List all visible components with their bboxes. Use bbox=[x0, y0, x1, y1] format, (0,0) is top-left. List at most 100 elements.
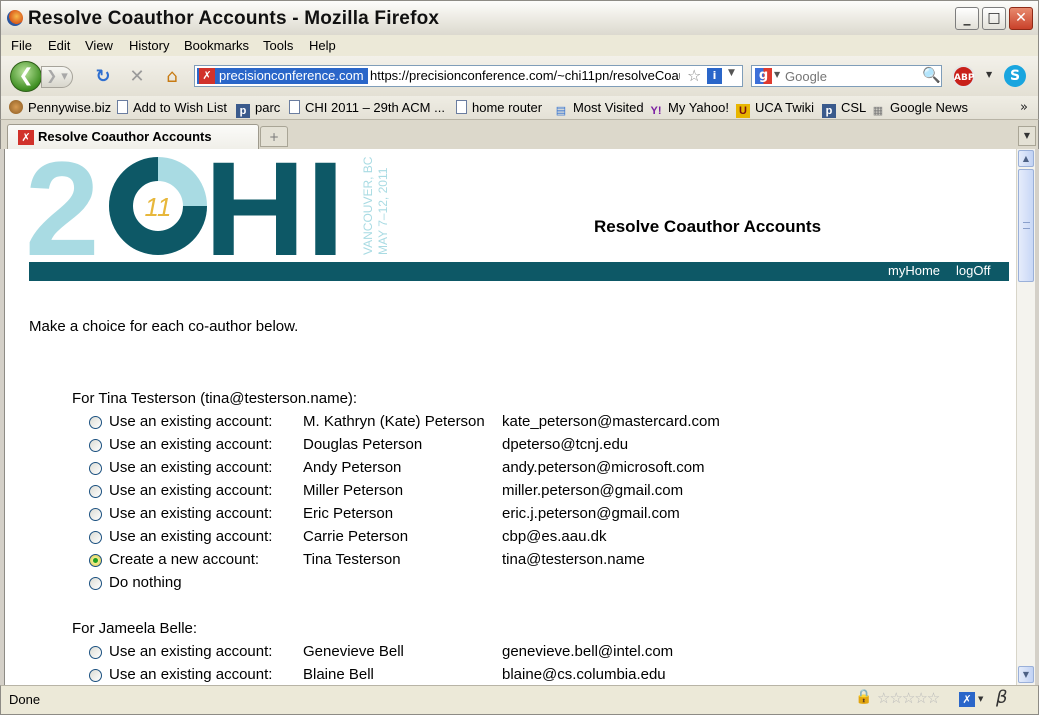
option-name: Eric Peterson bbox=[303, 505, 394, 522]
option-name: Genevieve Bell bbox=[303, 643, 404, 660]
home-icon[interactable]: ⌂ bbox=[161, 66, 183, 88]
search-icon[interactable]: 🔍 bbox=[922, 66, 941, 84]
site-favicon-icon: ✗ bbox=[199, 68, 215, 84]
site-identity-button[interactable]: ✗ precisionconference.com bbox=[197, 68, 368, 84]
adblock-dropdown-icon[interactable]: ▼ bbox=[986, 70, 992, 79]
my-home-link[interactable]: myHome bbox=[888, 263, 940, 278]
option-action: Use an existing account: bbox=[109, 643, 273, 660]
account-option-row[interactable]: Use an existing account: Blaine Bell bla… bbox=[89, 666, 989, 685]
tab-label: Resolve Coauthor Accounts bbox=[38, 129, 212, 144]
bookmark-label: Add to Wish List bbox=[133, 100, 227, 115]
lock-icon[interactable]: 🔒 bbox=[855, 689, 872, 705]
page-icon bbox=[289, 100, 300, 114]
scrollbar-thumb[interactable] bbox=[1018, 169, 1034, 282]
vertical-scrollbar[interactable]: ▲ ▼ bbox=[1016, 149, 1035, 685]
menu-help[interactable]: Help bbox=[309, 38, 336, 53]
window-titlebar: Resolve Coauthor Accounts - Mozilla Fire… bbox=[0, 0, 1039, 35]
option-email: miller.peterson@gmail.com bbox=[502, 482, 684, 499]
menu-tools[interactable]: Tools bbox=[263, 38, 293, 53]
do-nothing-radio[interactable] bbox=[89, 577, 102, 590]
account-option-row[interactable]: Use an existing account: Douglas Peterso… bbox=[89, 436, 989, 456]
bookmark-pennywise[interactable]: Pennywise.biz bbox=[9, 99, 111, 117]
url-text[interactable]: https://precisionconference.com/~chi11pn… bbox=[370, 68, 680, 84]
site-identity-label: precisionconference.com bbox=[219, 68, 364, 83]
address-bar[interactable]: ✗ precisionconference.com https://precis… bbox=[194, 65, 743, 87]
bookmark-most-visited[interactable]: ▤ Most Visited bbox=[554, 99, 644, 117]
tab-resolve-coauthor-accounts[interactable]: ✗ Resolve Coauthor Accounts bbox=[7, 124, 259, 149]
create-account-radio[interactable] bbox=[89, 554, 102, 567]
search-bar[interactable]: g ▼ 🔍 bbox=[751, 65, 942, 87]
menu-bookmarks[interactable]: Bookmarks bbox=[184, 38, 249, 53]
close-window-button[interactable]: ✕ bbox=[1009, 7, 1033, 30]
tab-favicon-icon: ✗ bbox=[18, 130, 34, 145]
account-option-row[interactable]: Use an existing account: M. Kathryn (Kat… bbox=[89, 413, 989, 433]
bookmarks-overflow-chevron-icon[interactable]: » bbox=[1020, 100, 1028, 115]
stop-icon[interactable]: ✕ bbox=[126, 66, 148, 88]
search-engine-dropdown-icon[interactable]: ▼ bbox=[774, 70, 780, 79]
scroll-down-icon[interactable]: ▼ bbox=[1018, 666, 1034, 683]
forward-button[interactable]: ❯ ▾ bbox=[41, 66, 73, 88]
account-radio[interactable] bbox=[89, 508, 102, 521]
option-action: Use an existing account: bbox=[109, 459, 273, 476]
bookmark-star-icon[interactable]: ☆ bbox=[687, 66, 701, 85]
window-title: Resolve Coauthor Accounts - Mozilla Fire… bbox=[28, 8, 440, 29]
account-option-row[interactable]: Use an existing account: Carrie Peterson… bbox=[89, 528, 989, 548]
bookmark-parc[interactable]: p parc bbox=[236, 99, 280, 118]
tab-list-dropdown-icon[interactable]: ▼ bbox=[1018, 126, 1036, 146]
account-option-row[interactable]: Use an existing account: Eric Peterson e… bbox=[89, 505, 989, 525]
adblock-plus-icon[interactable]: ABP bbox=[952, 65, 975, 88]
account-radio[interactable] bbox=[89, 439, 102, 452]
option-name: Blaine Bell bbox=[303, 666, 374, 683]
do-nothing-option-row[interactable]: Do nothing bbox=[89, 574, 989, 594]
bookmark-add-to-wish-list[interactable]: Add to Wish List bbox=[117, 99, 227, 117]
resize-grip-icon[interactable]: β bbox=[996, 687, 1008, 708]
option-action: Create a new account: bbox=[109, 551, 260, 568]
page-content: 2 11 HI VANCOUVER, BC MAY 7–12, 2011 Res… bbox=[4, 149, 1016, 685]
logo-year: 11 bbox=[145, 192, 172, 222]
xmarks-icon[interactable]: ✗ bbox=[959, 692, 975, 707]
uca-icon: U bbox=[736, 104, 750, 118]
account-radio[interactable] bbox=[89, 485, 102, 498]
option-email: dpeterso@tcnj.edu bbox=[502, 436, 629, 453]
create-account-option-row[interactable]: Create a new account: Tina Testerson tin… bbox=[89, 551, 989, 571]
bookmark-uca-twiki[interactable]: U UCA Twiki bbox=[736, 99, 814, 118]
search-input[interactable] bbox=[785, 67, 920, 85]
minimize-button[interactable]: _ bbox=[955, 7, 979, 30]
rating-stars-icon[interactable]: ☆☆☆☆☆ bbox=[877, 689, 940, 707]
page-info-icon[interactable]: i bbox=[707, 68, 722, 84]
account-option-row[interactable]: Use an existing account: Genevieve Bell … bbox=[89, 643, 989, 663]
menu-view[interactable]: View bbox=[85, 38, 113, 53]
instructions-text: Make a choice for each co-author below. bbox=[29, 318, 299, 335]
account-option-row[interactable]: Use an existing account: Miller Peterson… bbox=[89, 482, 989, 502]
cookie-icon bbox=[9, 100, 23, 114]
option-action: Do nothing bbox=[109, 574, 182, 591]
bookmark-csl[interactable]: p CSL bbox=[822, 99, 866, 118]
bookmark-chi-2011[interactable]: CHI 2011 – 29th ACM ... bbox=[289, 99, 445, 117]
account-radio[interactable] bbox=[89, 646, 102, 659]
menu-history[interactable]: History bbox=[129, 38, 169, 53]
reload-icon[interactable]: ↻ bbox=[92, 66, 114, 88]
menu-file[interactable]: File bbox=[11, 38, 32, 53]
bookmark-google-news[interactable]: ▦ Google News bbox=[871, 99, 968, 117]
account-radio[interactable] bbox=[89, 416, 102, 429]
menu-edit[interactable]: Edit bbox=[48, 38, 70, 53]
account-radio[interactable] bbox=[89, 462, 102, 475]
account-radio[interactable] bbox=[89, 531, 102, 544]
log-off-link[interactable]: logOff bbox=[956, 263, 990, 278]
skype-icon[interactable]: S bbox=[1004, 65, 1026, 87]
scroll-up-icon[interactable]: ▲ bbox=[1018, 150, 1034, 167]
bookmark-home-router[interactable]: home router bbox=[456, 99, 542, 117]
option-name: M. Kathryn (Kate) Peterson bbox=[303, 413, 485, 430]
url-dropdown-icon[interactable]: ▼ bbox=[728, 68, 735, 78]
search-engine-icon[interactable]: g bbox=[755, 68, 772, 84]
page-icon bbox=[117, 100, 128, 114]
account-radio[interactable] bbox=[89, 669, 102, 682]
account-option-row[interactable]: Use an existing account: Andy Peterson a… bbox=[89, 459, 989, 479]
maximize-button[interactable]: □ bbox=[982, 7, 1006, 30]
xmarks-dropdown-icon[interactable]: ▼ bbox=[978, 695, 983, 703]
back-button[interactable]: ❮ bbox=[10, 61, 42, 92]
option-email: kate_peterson@mastercard.com bbox=[502, 413, 720, 430]
bookmark-my-yahoo[interactable]: Y! My Yahoo! bbox=[649, 99, 729, 117]
new-tab-button[interactable]: + bbox=[260, 126, 288, 147]
option-name: Tina Testerson bbox=[303, 551, 401, 568]
